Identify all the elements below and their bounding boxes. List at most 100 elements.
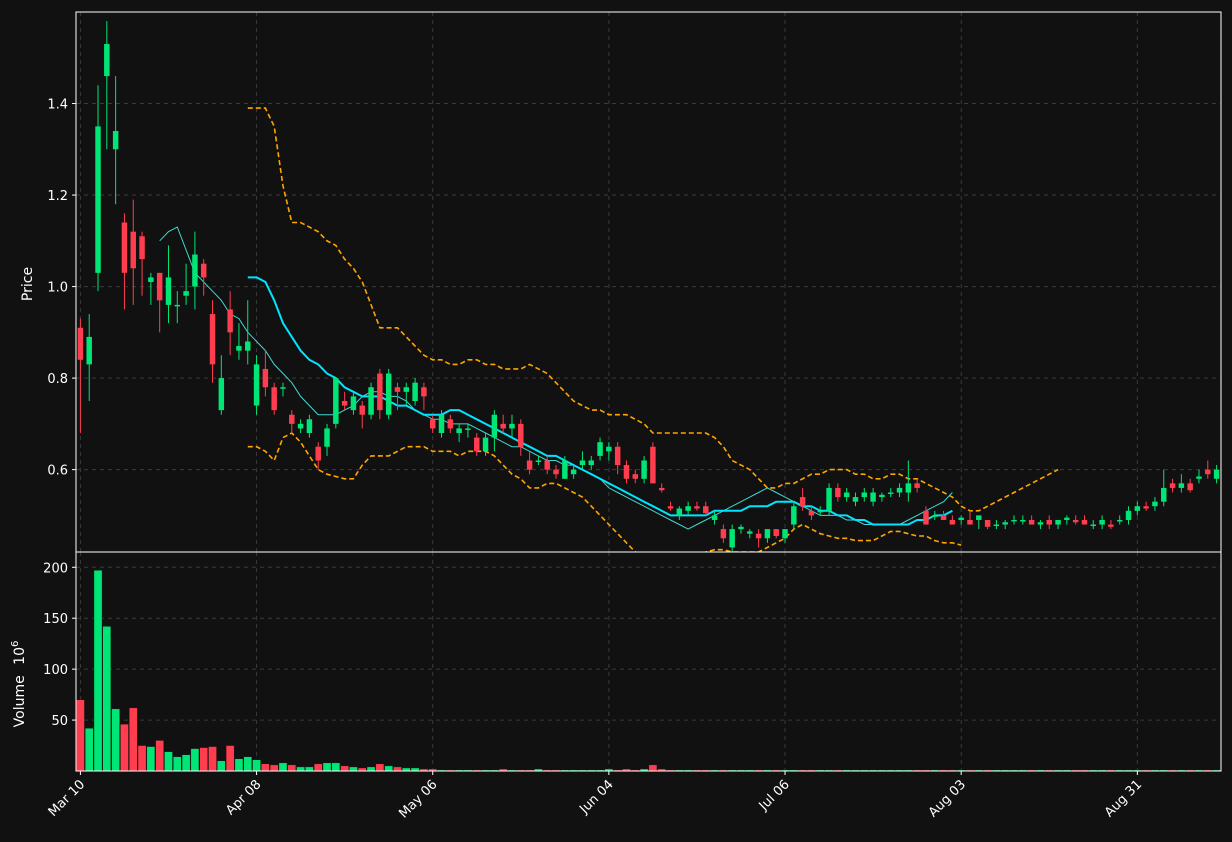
- volume-bar: [243, 756, 253, 771]
- volume-bars: [76, 570, 1221, 771]
- candle: [456, 423, 462, 443]
- x-tick-label: Aug 03: [926, 777, 969, 820]
- candle-body: [412, 382, 418, 401]
- candle: [1116, 515, 1123, 525]
- candle: [544, 455, 550, 475]
- candle-body: [465, 428, 471, 430]
- candle: [174, 291, 181, 324]
- candle-body: [121, 222, 128, 273]
- candle-body: [720, 529, 727, 539]
- candle-body: [350, 396, 357, 411]
- candle: [905, 460, 912, 502]
- volume-bar: [208, 746, 217, 771]
- candle-body: [553, 469, 559, 475]
- candle-body: [1108, 524, 1114, 527]
- candle: [148, 272, 154, 305]
- candle-body: [1020, 519, 1026, 522]
- candle-body: [535, 460, 542, 462]
- candle-body: [817, 510, 823, 513]
- volume-bar: [261, 763, 270, 771]
- candle: [993, 519, 1000, 530]
- candle: [852, 492, 859, 507]
- candle-body: [993, 524, 1000, 527]
- candle-body: [509, 423, 515, 429]
- candle: [738, 524, 744, 534]
- candle: [156, 272, 163, 333]
- panel-frames: [75, 11, 1222, 772]
- chart-root: 0.6 0.8 1.0 1.2 1.4 50 100 150 200 Mar 10 Apr 08 M…: [0, 0, 1232, 842]
- candle-body: [614, 446, 621, 466]
- price-axis-title: Price: [20, 267, 36, 301]
- volume-bar: [76, 699, 85, 771]
- volume-bar: [93, 570, 103, 771]
- candle-body: [1213, 469, 1220, 479]
- candle-body: [324, 428, 330, 447]
- candle-body: [1064, 517, 1070, 520]
- candle: [209, 300, 216, 383]
- candle-body: [341, 400, 348, 406]
- candle-body: [1134, 506, 1141, 511]
- volume-unit-exponent: 6: [10, 641, 21, 647]
- candle: [958, 515, 964, 525]
- candle: [641, 455, 647, 484]
- volume-bar: [199, 747, 208, 771]
- volume-bar: [305, 766, 314, 771]
- candle-body: [104, 44, 110, 77]
- candle-body: [200, 263, 207, 278]
- volume-tick-label: 100: [43, 663, 68, 678]
- candle: [104, 21, 110, 150]
- candle: [632, 469, 639, 484]
- candle-body: [1002, 522, 1008, 525]
- volume-bar: [155, 740, 164, 771]
- candle: [1213, 465, 1220, 484]
- candle: [720, 524, 727, 543]
- candle-body: [112, 130, 119, 150]
- candle: [289, 410, 295, 434]
- candle: [843, 487, 850, 502]
- candle-body: [1090, 524, 1097, 527]
- volume-grid: [76, 552, 1221, 771]
- candle: [879, 492, 885, 502]
- candle-body: [791, 506, 797, 525]
- candle: [271, 382, 277, 415]
- candle-body: [526, 460, 533, 470]
- candle-body: [491, 414, 498, 438]
- candle-body: [306, 419, 313, 434]
- candle-body: [808, 510, 815, 516]
- candle-body: [77, 327, 84, 360]
- volume-bar: [252, 759, 261, 771]
- candle: [835, 483, 841, 502]
- candle: [755, 529, 762, 548]
- candle-body: [958, 517, 964, 520]
- candle-body: [209, 314, 216, 365]
- volume-bar: [128, 707, 138, 771]
- candle: [940, 510, 947, 520]
- candle-body: [685, 506, 691, 511]
- candle: [976, 515, 982, 530]
- volume-bar: [217, 760, 226, 771]
- price-tick-label: 1.2: [47, 189, 68, 204]
- candle-body: [1055, 519, 1061, 525]
- candle: [923, 506, 929, 525]
- candle-body: [632, 474, 639, 479]
- candle-body: [729, 529, 735, 548]
- candle: [1055, 519, 1061, 530]
- candle: [685, 501, 691, 516]
- candle: [1099, 515, 1105, 530]
- candle-body: [438, 414, 445, 434]
- candle-body: [976, 515, 982, 520]
- candle-body: [667, 506, 674, 509]
- candle: [597, 437, 603, 461]
- candle-body: [421, 387, 427, 397]
- candle-body: [597, 442, 603, 456]
- volume-bar: [120, 723, 129, 771]
- candle-body: [156, 272, 163, 301]
- candle-body: [236, 346, 242, 351]
- candle-body: [95, 126, 101, 273]
- candle: [764, 529, 771, 543]
- candle-body: [711, 515, 718, 520]
- y-tick-labels: 0.6 0.8 1.0 1.2 1.4 50 100 150 200: [43, 98, 76, 729]
- candle: [967, 510, 973, 525]
- x-tick-label: Jul 06: [756, 777, 793, 814]
- candle: [491, 410, 498, 452]
